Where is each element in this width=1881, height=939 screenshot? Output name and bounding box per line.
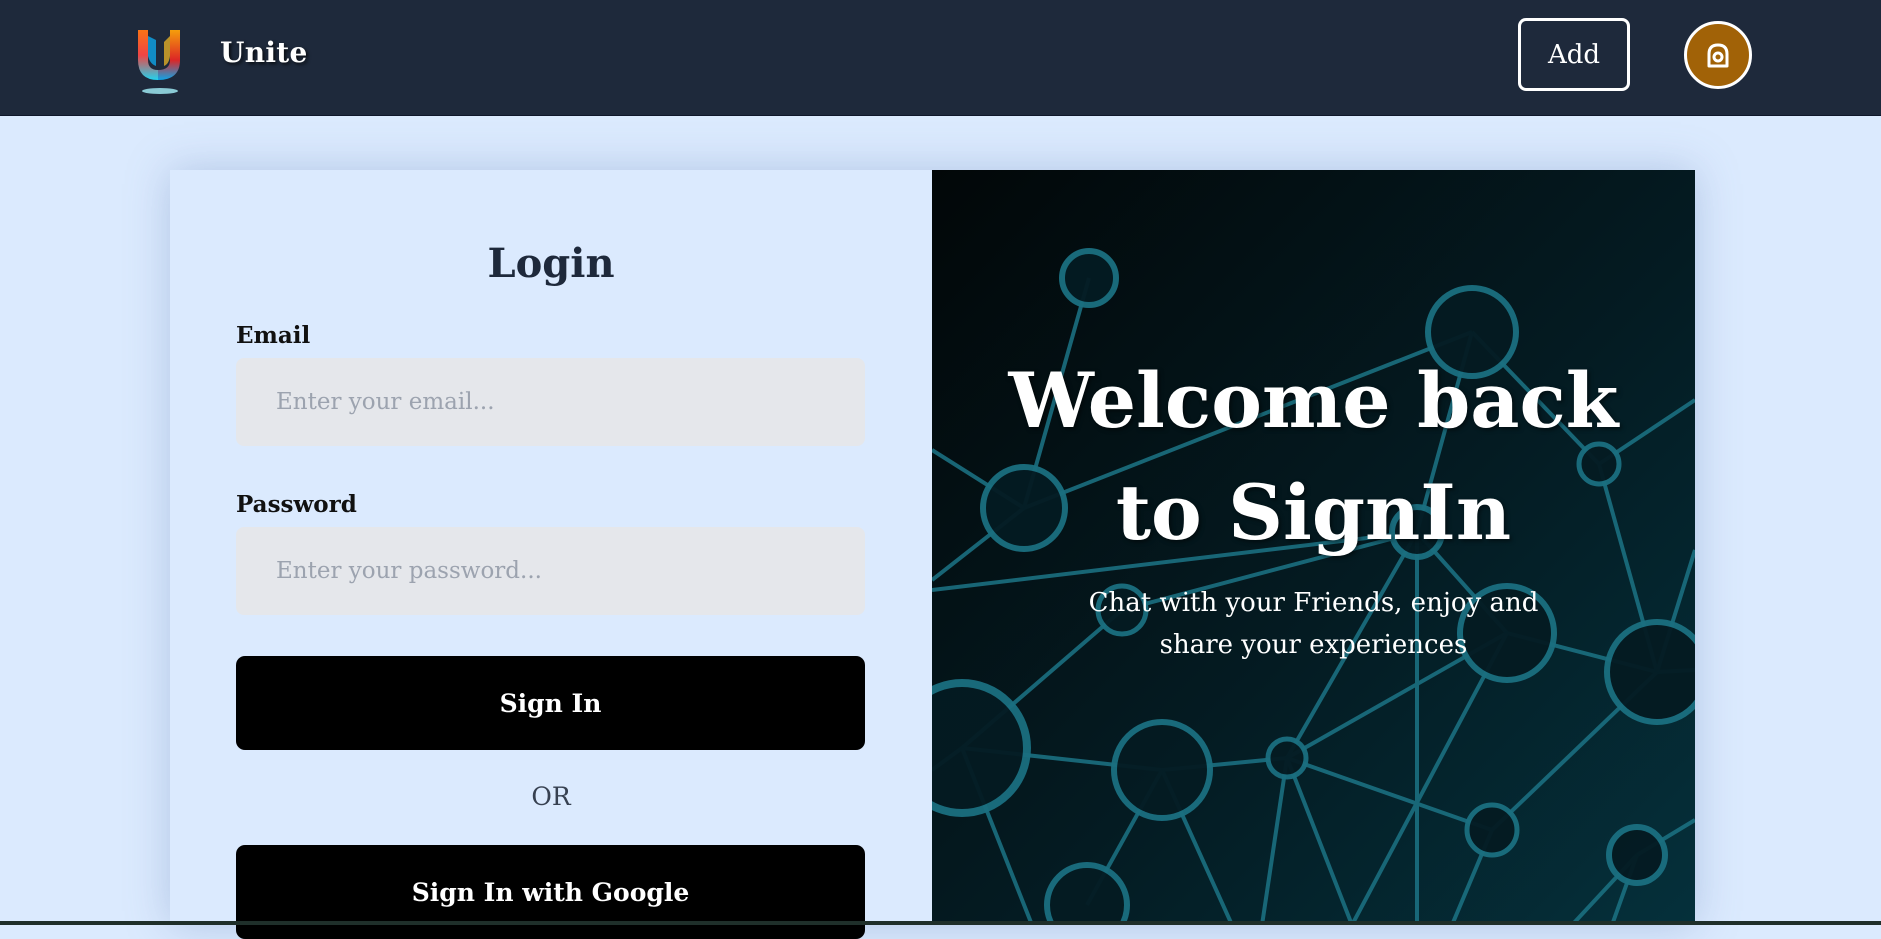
password-input[interactable]: [236, 527, 865, 615]
add-button[interactable]: Add: [1518, 18, 1630, 91]
brand-logo-link[interactable]: [134, 26, 184, 96]
welcome-title: Welcome back to SignIn: [932, 345, 1695, 569]
login-panel: Login Email Password Sign In OR Sign In …: [170, 170, 932, 939]
auth-card: Login Email Password Sign In OR Sign In …: [170, 170, 1695, 939]
password-label: Password: [236, 491, 357, 518]
or-divider: OR: [531, 782, 571, 811]
welcome-title-line2: to SignIn: [1115, 468, 1512, 557]
welcome-panel: Welcome back to SignIn Chat with your Fr…: [932, 170, 1695, 925]
user-avatar-icon: [1707, 43, 1729, 68]
window-bottom-edge: [0, 921, 1881, 925]
email-label: Email: [236, 322, 311, 349]
login-title: Login: [487, 240, 615, 287]
welcome-subtitle-line2: share your experiences: [1159, 630, 1468, 660]
email-input[interactable]: [236, 358, 865, 446]
welcome-subtitle-line1: Chat with your Friends, enjoy and: [1088, 588, 1539, 618]
sign-in-button[interactable]: Sign In: [236, 656, 865, 750]
brand-name: Unite: [220, 36, 308, 69]
welcome-subtitle: Chat with your Friends, enjoy and share …: [1082, 582, 1545, 666]
navbar: Unite Add: [0, 0, 1881, 116]
welcome-title-line1: Welcome back: [1008, 356, 1619, 445]
user-avatar-button[interactable]: [1684, 21, 1752, 89]
unite-logo-icon: [134, 26, 184, 96]
